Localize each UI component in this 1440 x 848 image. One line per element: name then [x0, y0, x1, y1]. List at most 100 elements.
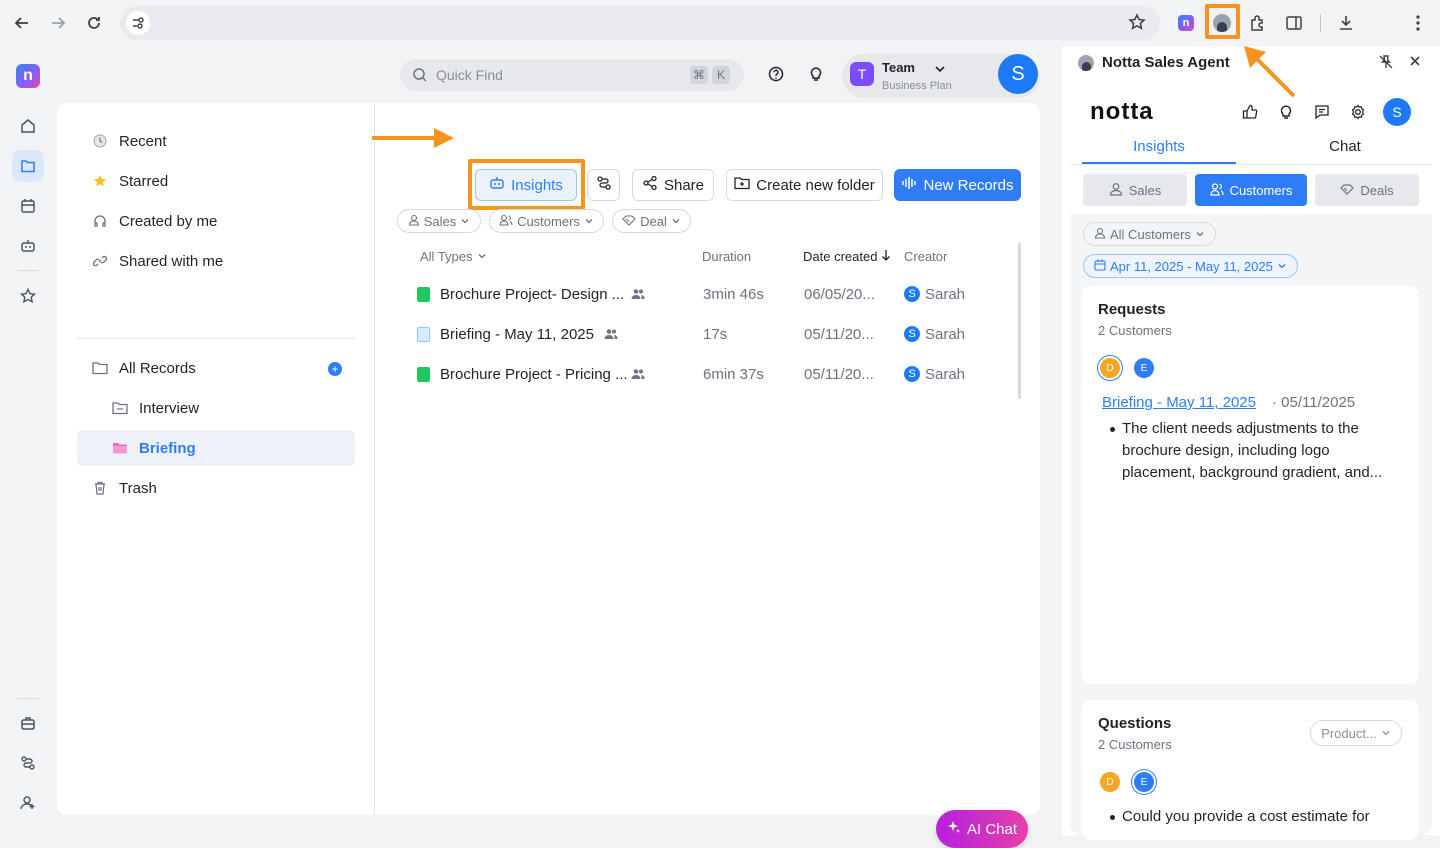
sidebar-item-trash[interactable]: Trash: [77, 470, 355, 506]
extensions-puzzle-icon[interactable]: [1244, 9, 1272, 37]
help-icon[interactable]: [768, 66, 784, 87]
customer-avatar-e[interactable]: E: [1134, 772, 1154, 792]
segment-sales[interactable]: Sales: [1083, 174, 1187, 206]
lightbulb-icon[interactable]: [1278, 104, 1294, 125]
question-summary: Could you provide a cost estimate for: [1110, 806, 1392, 828]
bookmark-star-icon[interactable]: [1128, 13, 1146, 36]
column-header-creator[interactable]: Creator: [904, 249, 947, 264]
panel-user-avatar[interactable]: S: [1383, 98, 1411, 126]
unpin-icon[interactable]: [1378, 54, 1394, 75]
integrations-icon[interactable]: [12, 747, 44, 779]
filter-label: Deal: [640, 213, 667, 229]
sidebar-item-label: Trash: [119, 479, 157, 497]
sidebar-item-starred[interactable]: Starred: [77, 163, 355, 199]
back-arrow-icon[interactable]: [8, 9, 36, 37]
user-avatar[interactable]: S: [998, 54, 1038, 94]
notta-extension-icon[interactable]: n: [1172, 9, 1200, 37]
share-button[interactable]: Share: [632, 169, 714, 201]
table-row[interactable]: Brochure Project - Pricing ... 6min 37s …: [417, 355, 1017, 395]
creator-name: Sarah: [925, 326, 966, 343]
creator-avatar: S: [904, 366, 920, 382]
chevron-down-icon: [460, 214, 470, 229]
customer-avatar-d[interactable]: D: [1100, 772, 1120, 792]
folder-icon[interactable]: [12, 150, 44, 182]
segment-deals[interactable]: Deals: [1315, 174, 1419, 206]
notta-app: n Quick Find ⌘ K T Team Business Plan S …: [0, 46, 1060, 848]
record-name: Brochure Project - Pricing ...: [440, 366, 628, 383]
sidebar-item-shared-with-me[interactable]: Shared with me: [77, 243, 355, 279]
filter-sales[interactable]: Sales: [397, 209, 481, 233]
product-filter-dropdown[interactable]: Product...: [1310, 720, 1402, 746]
sidebar-item-all-records[interactable]: All Records: [77, 350, 355, 386]
chat-notes-icon[interactable]: [1314, 104, 1330, 125]
customer-avatar-e[interactable]: E: [1134, 358, 1154, 378]
new-records-button[interactable]: New Records: [894, 169, 1021, 201]
folder-plus-icon: [734, 175, 750, 195]
bot-icon[interactable]: [12, 230, 44, 262]
briefcase-icon[interactable]: [12, 707, 44, 739]
star-icon[interactable]: [12, 280, 44, 312]
create-folder-label: Create new folder: [756, 176, 875, 194]
lightbulb-icon[interactable]: [808, 66, 824, 87]
waveform-icon: [901, 176, 917, 194]
sidebar-item-recent[interactable]: Recent: [77, 123, 355, 159]
address-bar[interactable]: [120, 6, 1160, 40]
column-header-type[interactable]: All Types: [420, 249, 487, 264]
calendar-icon[interactable]: [12, 190, 44, 222]
chevron-down-icon: [1381, 726, 1391, 741]
customer-avatar-d[interactable]: D: [1100, 358, 1120, 378]
audio-file-icon: [417, 327, 430, 342]
table-row[interactable]: Briefing - May 11, 2025 17s 05/11/20... …: [417, 315, 1017, 355]
add-user-icon[interactable]: [12, 787, 44, 819]
shared-users-icon: [604, 327, 618, 344]
site-settings-icon[interactable]: [126, 11, 150, 35]
tab-chat[interactable]: Chat: [1268, 138, 1422, 164]
sidebar-item-interview[interactable]: Interview: [97, 390, 355, 426]
filter-deal[interactable]: Deal: [612, 209, 691, 233]
record-date: · 05/11/2025: [1272, 394, 1356, 411]
table-row[interactable]: Brochure Project- Design ... 3min 46s 06…: [417, 275, 1017, 315]
column-header-duration[interactable]: Duration: [702, 249, 751, 264]
record-date: 06/05/20...: [804, 286, 875, 303]
tab-insights[interactable]: Insights: [1082, 138, 1236, 164]
user-icon: [1094, 227, 1106, 242]
reload-icon[interactable]: [80, 9, 108, 37]
customer-filter-dropdown[interactable]: All Customers: [1083, 222, 1216, 246]
chevron-down-icon: [934, 62, 946, 80]
create-folder-button[interactable]: Create new folder: [726, 169, 883, 201]
date-range-dropdown[interactable]: Apr 11, 2025 - May 11, 2025: [1083, 254, 1298, 278]
integrations-button[interactable]: [587, 169, 620, 201]
column-header-label: All Types: [420, 249, 473, 264]
record-name: Brochure Project- Design ...: [440, 286, 625, 303]
sidebar-item-label: Shared with me: [119, 252, 224, 270]
rail-divider: [18, 270, 38, 271]
table-scrollbar[interactable]: [1018, 243, 1021, 399]
close-icon[interactable]: [1408, 54, 1422, 73]
gear-icon[interactable]: [1350, 104, 1366, 125]
more-menu-icon[interactable]: [1404, 9, 1432, 37]
sidebar-item-created-by-me[interactable]: Created by me: [77, 203, 355, 239]
home-icon[interactable]: [12, 110, 44, 142]
folder-icon: [111, 401, 129, 415]
download-icon[interactable]: [1332, 9, 1360, 37]
sidebar-item-briefing[interactable]: Briefing: [77, 430, 355, 466]
add-folder-button[interactable]: +: [328, 362, 342, 376]
quick-find-search[interactable]: Quick Find ⌘ K: [400, 59, 744, 91]
segment-customers[interactable]: Customers: [1195, 174, 1307, 206]
forward-arrow-icon[interactable]: [44, 9, 72, 37]
notta-logo[interactable]: n: [16, 64, 40, 88]
ai-chat-button[interactable]: AI Chat: [936, 810, 1028, 848]
new-records-label: New Records: [923, 176, 1014, 194]
record-duration: 17s: [703, 326, 728, 343]
record-link[interactable]: Briefing - May 11, 2025: [1102, 394, 1256, 411]
clock-icon: [91, 134, 109, 148]
arrow-down-icon: [881, 249, 891, 264]
sidebar-item-label: Starred: [119, 172, 169, 190]
thumbs-up-icon[interactable]: [1242, 104, 1258, 125]
column-header-date[interactable]: Date created: [803, 249, 891, 264]
filter-customers[interactable]: Customers: [489, 209, 604, 233]
handshake-icon: [1340, 183, 1355, 198]
creator-avatar: S: [904, 286, 920, 302]
side-panel-icon[interactable]: [1280, 9, 1308, 37]
folder-icon: [91, 361, 109, 375]
